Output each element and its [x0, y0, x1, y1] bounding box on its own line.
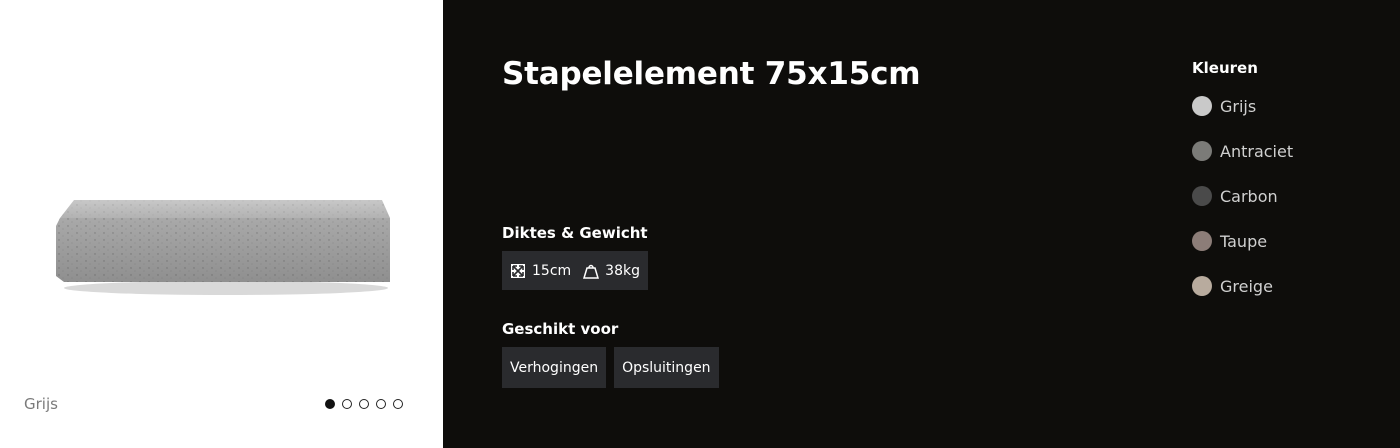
dimensions-icon [511, 263, 525, 278]
color-swatch [1192, 96, 1212, 116]
product-details: Stapelelement 75x15cm Diktes & Gewicht 1… [443, 0, 1400, 448]
product-gallery: Grijs [0, 0, 443, 448]
usage-tag-opsluitingen[interactable]: Opsluitingen [614, 347, 719, 388]
carousel-dot-1[interactable] [325, 399, 335, 409]
color-option-carbon[interactable]: Carbon [1192, 185, 1293, 207]
color-label: Taupe [1220, 231, 1268, 251]
weight-value: 38kg [605, 262, 640, 279]
color-label: Carbon [1220, 186, 1278, 206]
color-swatch [1192, 141, 1212, 161]
carousel-dot-5[interactable] [393, 399, 403, 409]
color-option-grijs[interactable]: Grijs [1192, 95, 1293, 117]
thickness-value: 15cm [532, 262, 572, 279]
color-options: Grijs Antraciet Carbon Taupe Greige [1192, 95, 1293, 320]
usage-tag-verhogingen[interactable]: Verhogingen [502, 347, 607, 388]
color-swatch [1192, 186, 1212, 206]
specs-heading: Diktes & Gewicht [502, 224, 648, 242]
carousel-pagination [325, 399, 403, 409]
image-caption: Grijs [24, 395, 58, 413]
weight-icon [583, 264, 600, 279]
color-label: Antraciet [1220, 141, 1294, 161]
colors-heading: Kleuren [1192, 59, 1258, 77]
product-image [56, 200, 390, 295]
color-swatch [1192, 276, 1212, 296]
specs-badge: 15cm 38kg [502, 251, 648, 290]
color-option-taupe[interactable]: Taupe [1192, 230, 1293, 252]
product-title: Stapelelement 75x15cm [502, 56, 921, 92]
product-card: Grijs Stapelelement 75x15cm Diktes & Gew… [0, 0, 1400, 448]
carousel-dot-3[interactable] [359, 399, 369, 409]
color-label: Greige [1220, 276, 1273, 296]
color-option-antraciet[interactable]: Antraciet [1192, 140, 1293, 162]
usage-heading: Geschikt voor [502, 320, 619, 338]
usage-tags: Verhogingen Opsluitingen [502, 347, 719, 388]
carousel-dot-4[interactable] [376, 399, 386, 409]
color-option-greige[interactable]: Greige [1192, 275, 1293, 297]
color-label: Grijs [1220, 96, 1257, 116]
color-swatch [1192, 231, 1212, 251]
carousel-dot-2[interactable] [342, 399, 352, 409]
